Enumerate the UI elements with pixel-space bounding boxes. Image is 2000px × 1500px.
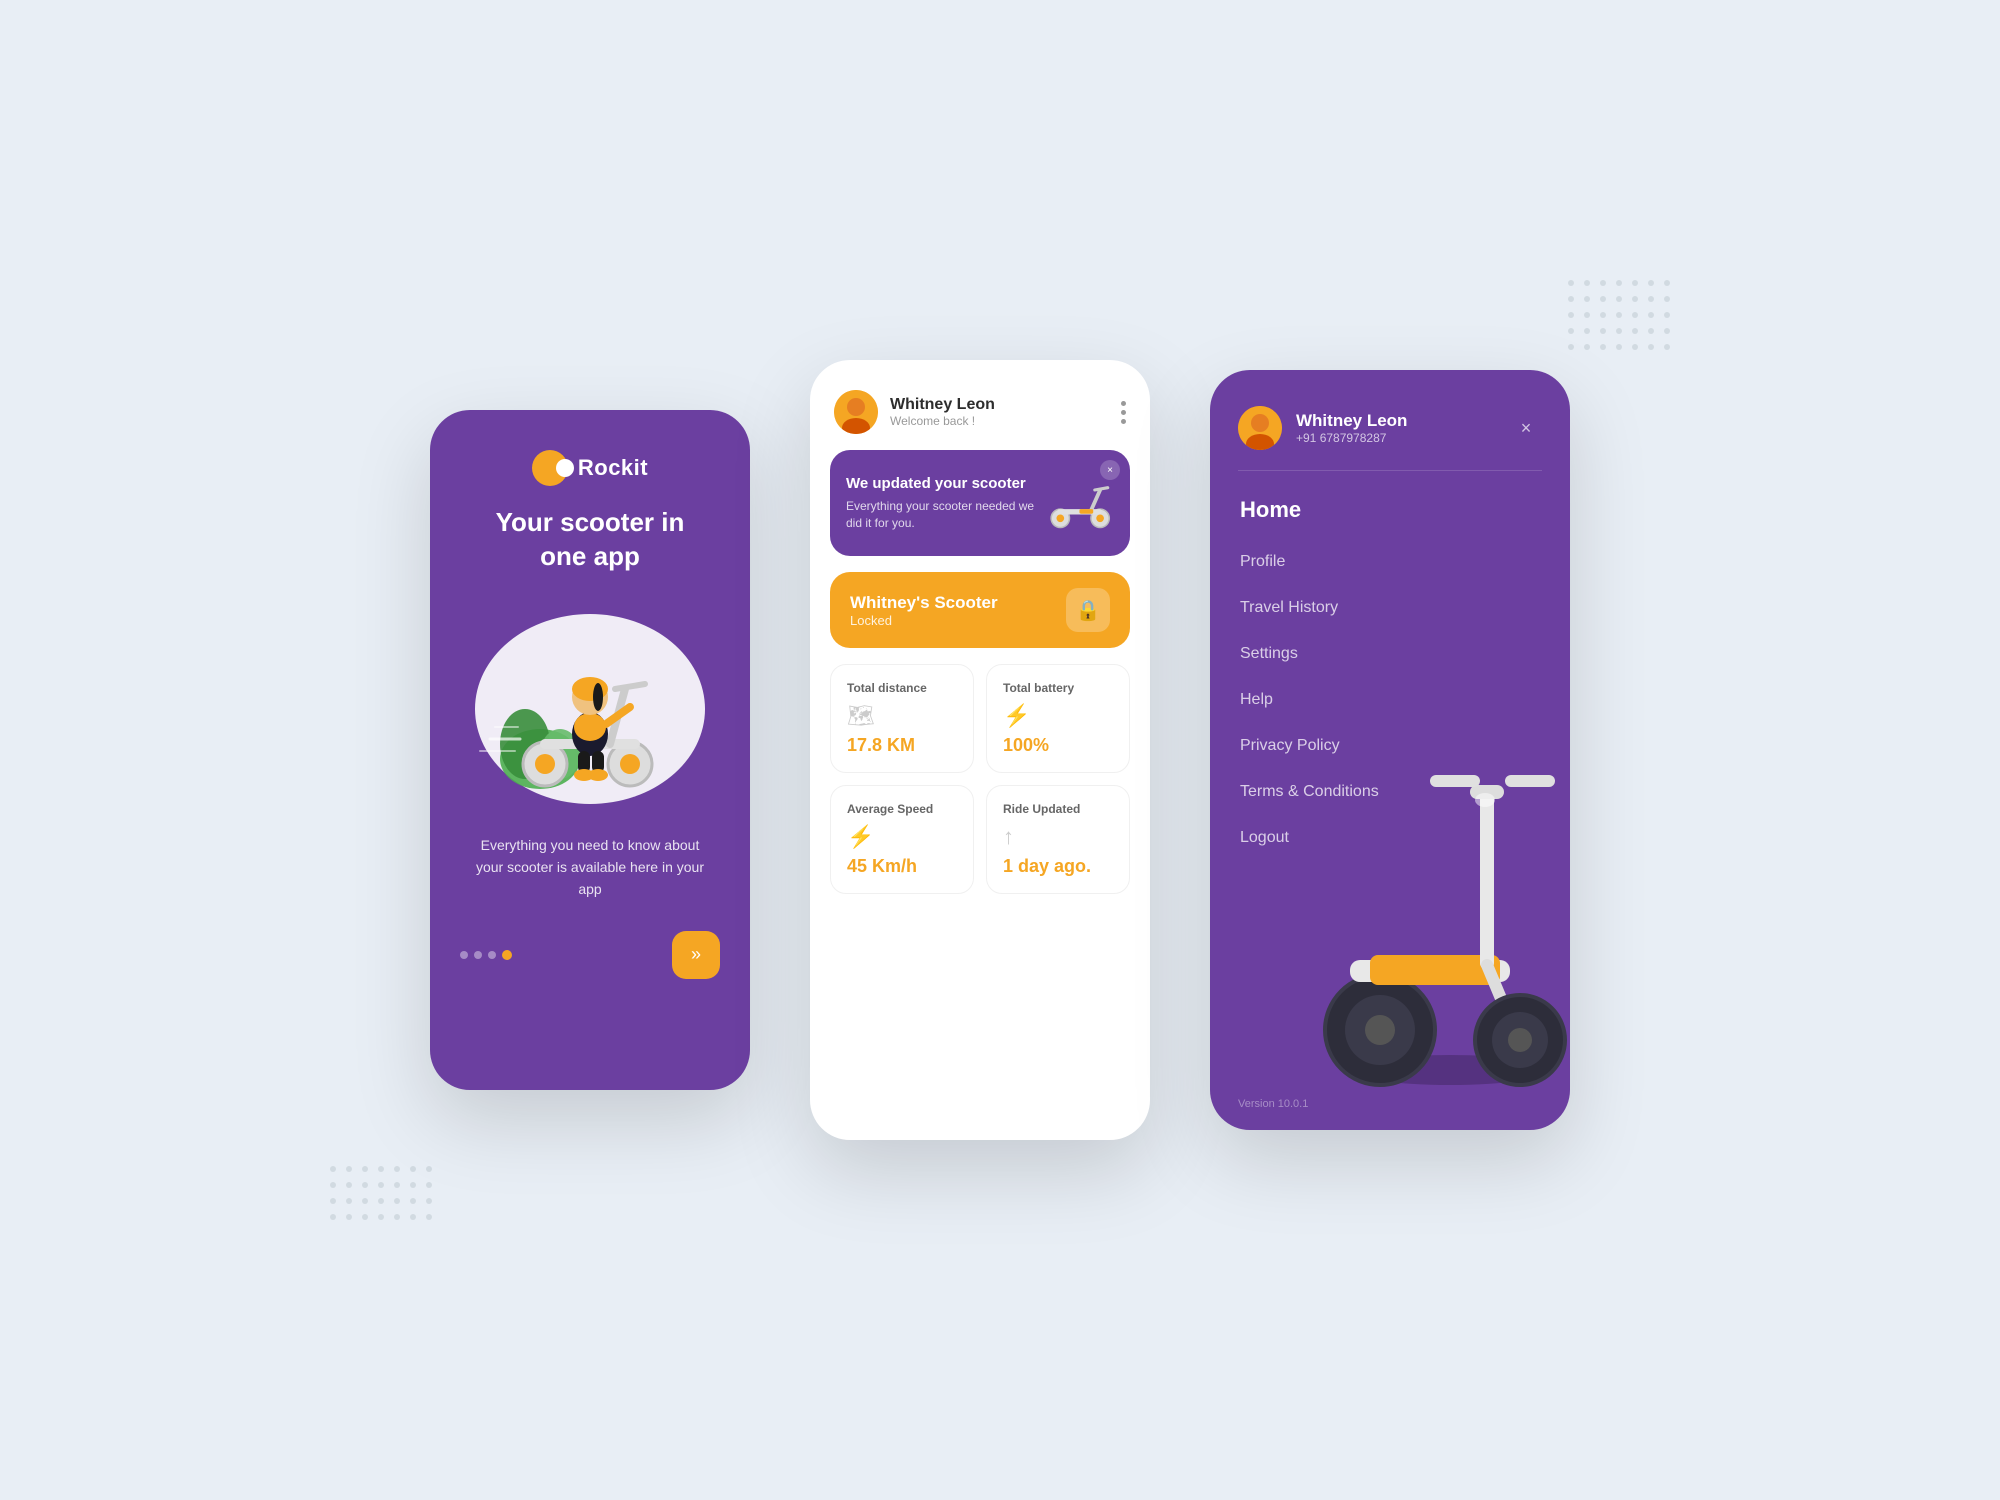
stat-value: 100% [1003,735,1113,756]
menu-item-profile[interactable]: Profile [1210,539,1570,585]
user-info: Whitney Leon Welcome back ! [834,390,995,434]
stat-value: 45 Km/h [847,856,957,877]
stat-total-battery: Total battery ⚡ 100% [986,664,1130,773]
stat-ride-updated: Ride Updated ↑ 1 day ago. [986,785,1130,894]
menu-header: Whitney Leon +91 6787978287 × [1210,370,1570,470]
onboarding-footer: » [430,911,750,1009]
stat-average-speed: Average Speed ⚡ 45 Km/h [830,785,974,894]
phone-dashboard: Whitney Leon Welcome back ! × We updated… [810,360,1150,1140]
nav-dot-4-active [502,950,512,960]
menu-user-info: Whitney Leon +91 6787978287 [1238,406,1407,450]
battery-icon: ⚡ [1003,703,1113,729]
dot-pattern-top-right [1568,280,1670,350]
nav-dot-2 [474,951,482,959]
notification-text: We updated your scooter Everything your … [846,475,1045,532]
upload-icon: ↑ [1003,824,1113,850]
scooter-name: Whitney's Scooter [850,593,998,613]
menu-avatar [1238,406,1282,450]
phone-onboarding: Rockit Your scooter in one app [430,410,750,1090]
app-header: Rockit [430,410,750,506]
menu-dot [1121,419,1126,424]
rider-svg [460,589,720,819]
menu-dot [1121,410,1126,415]
scooter-status-card[interactable]: Whitney's Scooter Locked 🔒 [830,572,1130,648]
user-greeting: Welcome back ! [890,414,995,428]
stat-label: Ride Updated [1003,802,1113,816]
onboarding-description: Everything you need to know about your s… [430,834,750,901]
version-text: Version 10.0.1 [1238,1098,1308,1110]
scooter-info: Whitney's Scooter Locked [850,593,998,628]
nav-dot-1 [460,951,468,959]
notification-title: We updated your scooter [846,475,1045,492]
onboarding-title: Your scooter in one app [430,506,750,574]
next-button[interactable]: » [672,931,720,979]
speed-icon: ⚡ [847,824,957,850]
menu-dot [1121,401,1126,406]
pagination-dots [460,950,512,960]
map-icon: 🗺 [847,703,957,729]
stat-label: Average Speed [847,802,957,816]
notification-body: Everything your scooter needed we did it… [846,498,1045,532]
menu-user-phone: +91 6787978287 [1296,431,1407,445]
nav-dot-3 [488,951,496,959]
phone-menu: Whitney Leon +91 6787978287 × Home Profi… [1210,370,1570,1130]
logo-icon [532,450,568,486]
stat-total-distance: Total distance 🗺 17.8 KM [830,664,974,773]
notification-card: × We updated your scooter Everything you… [830,450,1130,556]
stats-grid: Total distance 🗺 17.8 KM Total battery ⚡… [830,664,1130,894]
dot-pattern-bottom-left [330,1166,432,1220]
menu-user-name: Whitney Leon [1296,411,1407,431]
close-menu-button[interactable]: × [1510,412,1542,444]
notification-close-button[interactable]: × [1100,460,1120,480]
app-name: Rockit [578,455,648,481]
menu-item-settings[interactable]: Settings [1210,631,1570,677]
user-name: Whitney Leon [890,396,995,414]
avatar [834,390,878,434]
stat-value: 17.8 KM [847,735,957,756]
scooter-status: Locked [850,613,998,628]
notification-scooter-icon [1045,468,1114,538]
stat-label: Total battery [1003,681,1113,695]
more-options-button[interactable] [1121,401,1126,424]
menu-item-home[interactable]: Home [1210,481,1570,539]
stat-label: Total distance [847,681,957,695]
large-scooter-illustration [1310,710,1570,1090]
menu-item-travel-history[interactable]: Travel History [1210,585,1570,631]
dashboard-header: Whitney Leon Welcome back ! [810,360,1150,450]
lock-button[interactable]: 🔒 [1066,588,1110,632]
rider-illustration [430,584,750,824]
phones-container: Rockit Your scooter in one app [430,360,1570,1140]
stat-value: 1 day ago. [1003,856,1113,877]
